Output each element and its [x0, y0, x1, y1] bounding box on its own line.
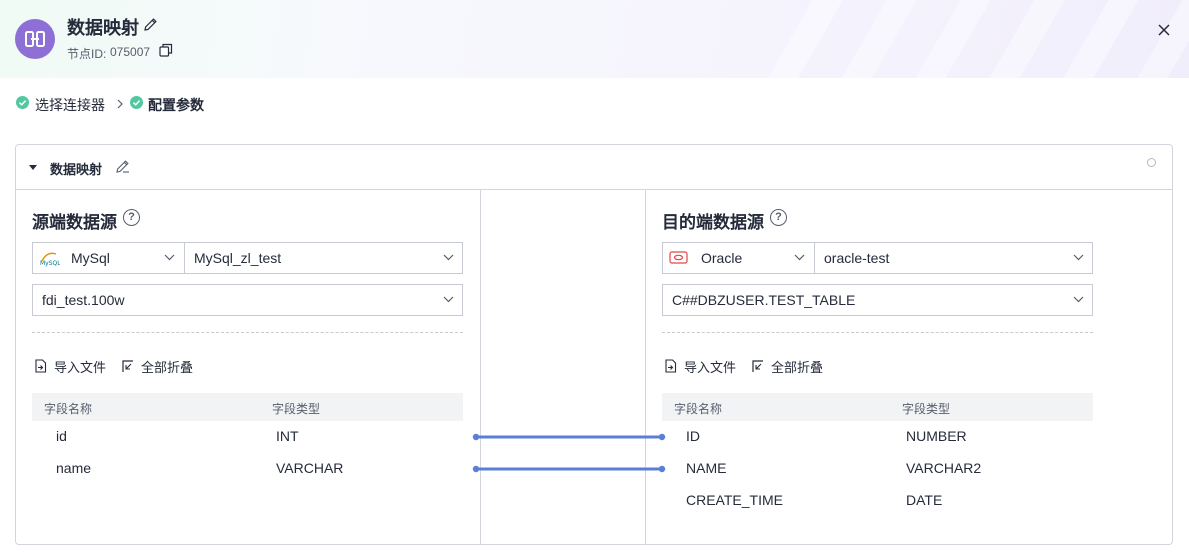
target-connection-select[interactable]: oracle-test: [814, 242, 1093, 274]
column-header-type: 字段类型: [902, 402, 951, 416]
divider-left: [480, 190, 481, 545]
collapse-all-label: 全部折叠: [771, 360, 824, 375]
source-field-type: INT: [276, 428, 299, 444]
target-table-value: C##DBZUSER.TEST_TABLE: [672, 292, 856, 308]
divider-dashed: [32, 332, 463, 333]
collapse-triangle-icon[interactable]: [29, 165, 37, 170]
collapse-all-icon: [122, 360, 133, 372]
source-title: 源端数据源: [32, 213, 117, 232]
svg-text:MySQL: MySQL: [40, 260, 60, 267]
source-field-name: id: [56, 428, 67, 444]
target-title: 目的端数据源: [662, 213, 764, 232]
source-field-type: VARCHAR: [276, 460, 344, 476]
source-db-type-select[interactable]: MySQL MySql: [32, 242, 185, 274]
drawer-header: 数据映射 节点ID: 075007: [0, 0, 1189, 78]
copy-icon[interactable]: [159, 43, 173, 62]
source-connection-value: MySql_zl_test: [194, 250, 282, 266]
source-table-header: 字段名称 字段类型: [32, 393, 463, 421]
card-title: 数据映射: [50, 162, 103, 177]
target-table-header: 字段名称 字段类型: [662, 393, 1093, 421]
chevron-down-icon: [443, 254, 454, 261]
collapse-all-icon: [752, 360, 763, 372]
target-connection-value: oracle-test: [824, 250, 890, 266]
status-circle-icon: [1147, 158, 1156, 167]
target-field-name: CREATE_TIME: [686, 492, 783, 508]
step-select-connector[interactable]: 选择连接器: [35, 95, 105, 115]
chevron-down-icon: [1073, 296, 1084, 303]
chevron-down-icon: [794, 254, 805, 261]
oracle-logo-icon: [668, 248, 690, 268]
card-header[interactable]: 数据映射: [16, 145, 1172, 190]
edit-icon[interactable]: [115, 159, 130, 179]
edit-title-icon[interactable]: [143, 17, 158, 37]
target-field-type: NUMBER: [906, 428, 967, 444]
column-header-type: 字段类型: [272, 402, 321, 416]
import-file-icon: [35, 359, 47, 373]
column-header-name: 字段名称: [674, 402, 723, 416]
source-field-name: name: [56, 460, 92, 476]
close-icon[interactable]: [1157, 23, 1171, 42]
step-done-icon: [130, 96, 143, 109]
target-db-type-value: Oracle: [701, 250, 743, 266]
divider-right: [645, 190, 646, 545]
target-table-select[interactable]: C##DBZUSER.TEST_TABLE: [662, 284, 1093, 316]
chevron-down-icon: [443, 296, 454, 303]
column-header-name: 字段名称: [44, 402, 93, 416]
node-id-label: 节点ID:: [67, 47, 107, 61]
node-logo-icon: [15, 19, 55, 59]
help-icon[interactable]: ?: [123, 209, 140, 226]
step-done-icon: [16, 96, 29, 109]
mapping-card: 数据映射: [15, 144, 1173, 545]
target-field-name: NAME: [686, 460, 727, 476]
source-table-select[interactable]: fdi_test.100w: [32, 284, 463, 316]
chevron-down-icon: [164, 254, 175, 261]
target-db-type-select[interactable]: Oracle: [662, 242, 815, 274]
chevron-down-icon: [1073, 254, 1084, 261]
drawer-title: 数据映射: [67, 18, 139, 38]
target-field-name: ID: [686, 428, 700, 444]
header-decoration: [769, 0, 1189, 78]
import-file-icon: [665, 359, 677, 373]
import-file-label: 导入文件: [54, 360, 107, 375]
chevron-right-icon: [116, 97, 124, 113]
source-db-type-value: MySql: [71, 250, 110, 266]
help-icon[interactable]: ?: [770, 209, 787, 226]
divider-dashed: [662, 332, 1093, 333]
collapse-all-label: 全部折叠: [141, 360, 194, 375]
target-field-type: VARCHAR2: [906, 460, 982, 476]
mysql-logo-icon: MySQL: [38, 248, 61, 268]
source-table-value: fdi_test.100w: [42, 292, 125, 308]
node-id-value: 075007: [110, 45, 151, 59]
source-connection-select[interactable]: MySql_zl_test: [184, 242, 463, 274]
step-configure-params[interactable]: 配置参数: [148, 95, 204, 115]
import-file-label: 导入文件: [684, 360, 737, 375]
target-field-type: DATE: [906, 492, 943, 508]
